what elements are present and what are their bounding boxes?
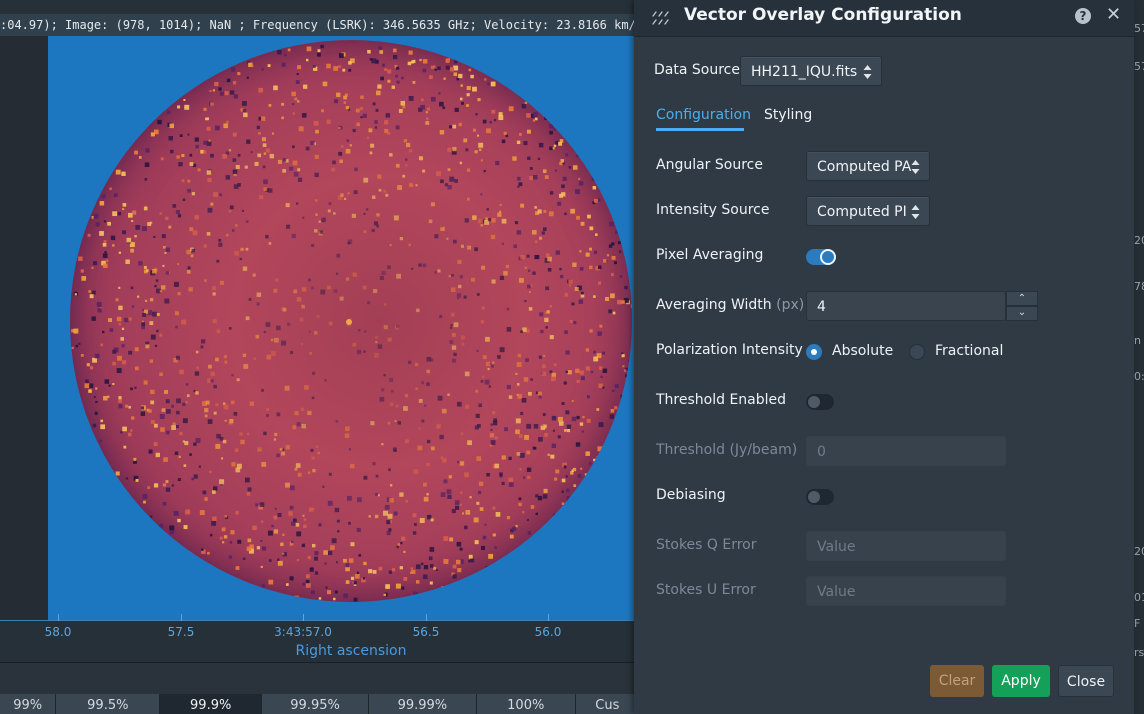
select-arrows-icon xyxy=(911,205,920,219)
edge-text: 57 xyxy=(1134,60,1144,73)
percentile-button-active[interactable]: 99.9% xyxy=(160,694,263,714)
image-canvas[interactable] xyxy=(48,36,634,620)
data-source-value: HH211_IQU.fits xyxy=(751,64,858,80)
edge-text: 01 xyxy=(1134,591,1144,604)
dialog-header[interactable]: Vector Overlay Configuration ? ✕ xyxy=(634,0,1134,37)
clear-button[interactable]: Clear xyxy=(930,665,984,697)
x-tick-mark xyxy=(426,614,427,621)
pixel-averaging-toggle[interactable] xyxy=(806,249,836,265)
dialog-title: Vector Overlay Configuration xyxy=(684,5,962,25)
threshold-label: Threshold (Jy/beam) xyxy=(656,442,798,458)
intensity-source-select[interactable]: Computed PI xyxy=(806,196,930,226)
toggle-knob xyxy=(820,249,836,265)
edge-text: 20 xyxy=(1134,234,1144,247)
data-source-select[interactable]: HH211_IQU.fits xyxy=(740,56,882,86)
percentile-bar: 99% 99.5% 99.9% 99.95% 99.99% 100% Cus xyxy=(0,694,640,714)
stokes-u-error-input[interactable]: Value xyxy=(806,576,1006,606)
edge-text: 78 xyxy=(1134,280,1144,293)
polarization-intensity-label: Polarization Intensity xyxy=(656,342,803,358)
threshold-enabled-label: Threshold Enabled xyxy=(656,392,787,408)
percentile-button[interactable]: 99.99% xyxy=(368,694,477,714)
averaging-width-unit: (px) xyxy=(776,297,805,313)
data-source-label: Data Source xyxy=(654,62,740,78)
close-icon[interactable]: ✕ xyxy=(1106,4,1121,25)
percentile-button[interactable]: 100% xyxy=(476,694,576,714)
x-tick-label: 56.0 xyxy=(534,625,562,639)
angular-source-value: Computed PA xyxy=(817,159,912,175)
x-tick-mark xyxy=(303,614,304,621)
x-tick-mark xyxy=(548,614,549,621)
intensity-source-label: Intensity Source xyxy=(656,202,770,218)
stokes-q-error-label: Stokes Q Error xyxy=(656,537,757,553)
right-panel-edge: 57 57 20 78 n 0: 20 01 F rs xyxy=(1134,0,1144,714)
toggle-knob xyxy=(808,396,820,408)
x-axis: 58.0 57.5 3:43:57.0 56.5 56.0 Right asce… xyxy=(0,614,634,663)
edge-text: 0: xyxy=(1134,370,1144,383)
edge-text: 57 xyxy=(1134,22,1144,35)
select-arrows-icon xyxy=(911,160,920,174)
x-axis-title: Right ascension xyxy=(295,643,407,659)
vector-overlay-icon xyxy=(652,11,669,25)
x-tick-label: 56.5 xyxy=(412,625,440,639)
viewer-left-margin xyxy=(0,36,48,620)
stokes-q-error-input[interactable]: Value xyxy=(806,531,1006,561)
close-button[interactable]: Close xyxy=(1058,665,1114,697)
increment-button[interactable]: ⌃ xyxy=(1006,291,1038,306)
edge-text: 20 xyxy=(1134,545,1144,558)
percentile-button[interactable]: 99% xyxy=(0,694,57,714)
x-tick-mark xyxy=(58,614,59,621)
active-tab-indicator xyxy=(656,128,744,131)
select-arrows-icon xyxy=(863,65,872,79)
radio-absolute-label[interactable]: Absolute xyxy=(832,343,893,359)
x-tick-mark xyxy=(181,614,182,621)
averaging-width-label: Averaging Width (px) xyxy=(656,297,804,313)
vector-overlay-dialog: Vector Overlay Configuration ? ✕ Data So… xyxy=(634,0,1134,714)
edge-text: rs xyxy=(1134,646,1144,659)
averaging-width-input[interactable]: 4 xyxy=(806,291,1006,321)
tab-configuration[interactable]: Configuration xyxy=(656,107,751,123)
threshold-input[interactable]: 0 xyxy=(806,436,1006,466)
percentile-button[interactable]: Cus xyxy=(575,694,640,714)
averaging-width-text: Averaging Width xyxy=(656,297,772,313)
radio-fractional[interactable] xyxy=(909,344,925,360)
radio-absolute[interactable] xyxy=(806,344,822,360)
percentile-button[interactable]: 99.5% xyxy=(56,694,161,714)
debiasing-toggle[interactable] xyxy=(806,489,834,505)
stokes-u-error-label: Stokes U Error xyxy=(656,582,756,598)
edge-text: n xyxy=(1134,334,1141,347)
percentile-button[interactable]: 99.95% xyxy=(262,694,369,714)
decrement-button[interactable]: ⌄ xyxy=(1006,306,1038,321)
help-icon[interactable]: ? xyxy=(1075,8,1091,24)
debiasing-label: Debiasing xyxy=(656,487,726,503)
x-tick-label: 3:43:57.0 xyxy=(274,625,332,639)
cursor-info-bar: :04.97); Image: (978, 1014); NaN ; Frequ… xyxy=(0,14,634,36)
image-viewer[interactable]: :04.97); Image: (978, 1014); NaN ; Frequ… xyxy=(0,0,634,714)
tab-styling[interactable]: Styling xyxy=(764,107,812,123)
apply-button[interactable]: Apply xyxy=(992,665,1050,697)
angular-source-select[interactable]: Computed PA xyxy=(806,151,930,181)
threshold-enabled-toggle[interactable] xyxy=(806,394,834,410)
image-noise-texture xyxy=(71,44,632,602)
radio-fractional-label[interactable]: Fractional xyxy=(935,343,1003,359)
toggle-knob xyxy=(808,491,820,503)
render-config-strip xyxy=(0,662,634,695)
pixel-averaging-label: Pixel Averaging xyxy=(656,247,764,263)
intensity-source-value: Computed PI xyxy=(817,204,907,220)
angular-source-label: Angular Source xyxy=(656,157,763,173)
x-tick-label: 58.0 xyxy=(44,625,72,639)
x-tick-label: 57.5 xyxy=(167,625,195,639)
edge-text: F xyxy=(1134,617,1141,630)
